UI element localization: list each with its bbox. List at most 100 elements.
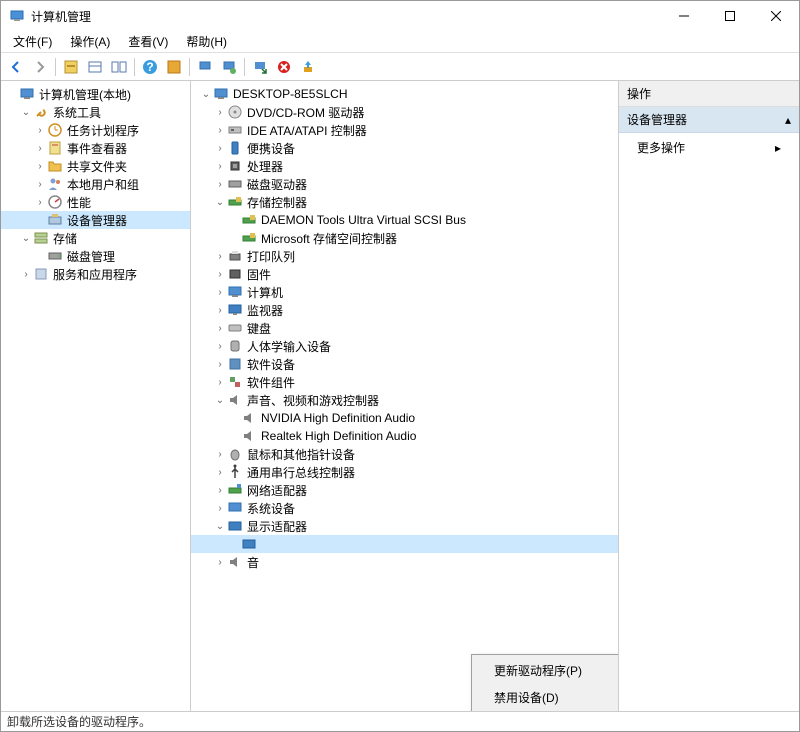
tree-root[interactable]: 计算机管理(本地) <box>1 85 190 103</box>
device-dvd[interactable]: ›DVD/CD-ROM 驱动器 <box>191 103 618 121</box>
menu-view[interactable]: 查看(V) <box>124 31 172 52</box>
expander-icon[interactable]: › <box>213 321 227 335</box>
device-daemon[interactable]: DAEMON Tools Ultra Virtual SCSI Bus <box>191 211 618 229</box>
forward-button[interactable] <box>29 56 51 78</box>
expander-icon[interactable]: › <box>213 303 227 317</box>
menu-help[interactable]: 帮助(H) <box>182 31 231 52</box>
device-ms-storage[interactable]: Microsoft 存储空间控制器 <box>191 229 618 247</box>
expander-icon[interactable]: › <box>213 339 227 353</box>
expander-icon[interactable]: › <box>33 159 47 173</box>
tree-event-viewer[interactable]: ›事件查看器 <box>1 139 190 157</box>
device-hid[interactable]: ›人体学输入设备 <box>191 337 618 355</box>
expander-icon[interactable]: › <box>213 501 227 515</box>
expander-icon[interactable]: › <box>33 195 47 209</box>
expander-icon[interactable]: › <box>213 123 227 137</box>
delete-icon[interactable] <box>273 56 295 78</box>
storage-ctrl-icon <box>241 230 257 246</box>
device-display[interactable]: ⌄显示适配器 <box>191 517 618 535</box>
device-root[interactable]: ⌄DESKTOP-8E5SLCH <box>191 85 618 103</box>
expander-icon[interactable]: › <box>213 465 227 479</box>
actions-more[interactable]: 更多操作 ▸ <box>619 133 799 162</box>
tree-task-scheduler[interactable]: ›任务计划程序 <box>1 121 190 139</box>
menu-action[interactable]: 操作(A) <box>66 31 114 52</box>
device-disk-drives[interactable]: ›磁盘驱动器 <box>191 175 618 193</box>
tool-icon[interactable] <box>60 56 82 78</box>
tree-performance[interactable]: ›性能 <box>1 193 190 211</box>
help-icon[interactable]: ? <box>139 56 161 78</box>
tree-device-manager[interactable]: 设备管理器 <box>1 211 190 229</box>
expander-icon[interactable]: › <box>213 375 227 389</box>
device-processors[interactable]: ›处理器 <box>191 157 618 175</box>
device-portable[interactable]: ›便携设备 <box>191 139 618 157</box>
device-sw-components[interactable]: ›软件组件 <box>191 373 618 391</box>
expander-icon[interactable]: ⌄ <box>19 105 33 119</box>
device-realtek-audio[interactable]: Realtek High Definition Audio <box>191 427 618 445</box>
expander-icon[interactable]: ⌄ <box>213 195 227 209</box>
expander-icon[interactable]: › <box>213 249 227 263</box>
close-button[interactable] <box>753 1 799 31</box>
expander-icon[interactable]: › <box>213 285 227 299</box>
device-monitors[interactable]: ›监视器 <box>191 301 618 319</box>
tree-local-users[interactable]: ›本地用户和组 <box>1 175 190 193</box>
expander-icon[interactable]: › <box>213 105 227 119</box>
tree-system-tools[interactable]: ⌄系统工具 <box>1 103 190 121</box>
expander-icon[interactable]: › <box>19 267 33 281</box>
expander-icon[interactable]: ⌄ <box>213 393 227 407</box>
back-button[interactable] <box>5 56 27 78</box>
expander-icon[interactable]: › <box>213 483 227 497</box>
context-menu: 更新驱动程序(P) 禁用设备(D) 卸载设备(U) 扫描检测硬件改动(A) 属性… <box>471 654 619 711</box>
device-nvidia-audio[interactable]: NVIDIA High Definition Audio <box>191 409 618 427</box>
context-disable[interactable]: 禁用设备(D) <box>474 684 619 711</box>
tool-icon[interactable] <box>84 56 106 78</box>
tool-icon[interactable] <box>163 56 185 78</box>
speaker-icon <box>241 410 257 426</box>
device-mice[interactable]: ›鼠标和其他指针设备 <box>191 445 618 463</box>
expander-icon[interactable]: › <box>213 159 227 173</box>
expander-icon[interactable]: › <box>213 177 227 191</box>
device-keyboards[interactable]: ›键盘 <box>191 319 618 337</box>
expander-icon[interactable]: › <box>213 555 227 569</box>
left-pane: 计算机管理(本地) ⌄系统工具 ›任务计划程序 ›事件查看器 ›共享文件夹 ›本… <box>1 81 191 711</box>
tree-storage[interactable]: ⌄存储 <box>1 229 190 247</box>
menu-file[interactable]: 文件(F) <box>9 31 56 52</box>
expander-icon[interactable]: › <box>213 267 227 281</box>
device-storage-ctrl[interactable]: ⌄存储控制器 <box>191 193 618 211</box>
device-network[interactable]: ›网络适配器 <box>191 481 618 499</box>
expander-icon[interactable]: ⌄ <box>213 519 227 533</box>
context-update-driver[interactable]: 更新驱动程序(P) <box>474 657 619 684</box>
device-sw-devices[interactable]: ›软件设备 <box>191 355 618 373</box>
device-computer[interactable]: ›计算机 <box>191 283 618 301</box>
expander-icon[interactable]: › <box>33 141 47 155</box>
maximize-button[interactable] <box>707 1 753 31</box>
computer-icon <box>213 86 229 102</box>
expander-icon[interactable]: › <box>33 123 47 137</box>
device-system[interactable]: ›系统设备 <box>191 499 618 517</box>
expander-icon[interactable]: › <box>213 357 227 371</box>
menubar: 文件(F) 操作(A) 查看(V) 帮助(H) <box>1 31 799 53</box>
expander-icon[interactable]: › <box>213 447 227 461</box>
tool-icon[interactable] <box>218 56 240 78</box>
tool-icon[interactable] <box>194 56 216 78</box>
device-audio-inputs[interactable]: ›音 <box>191 553 618 571</box>
toolbar: ? <box>1 53 799 81</box>
window: 计算机管理 文件(F) 操作(A) 查看(V) 帮助(H) ? 计算机管理(本地… <box>0 0 800 732</box>
device-firmware[interactable]: ›固件 <box>191 265 618 283</box>
expander-icon[interactable]: › <box>213 141 227 155</box>
device-usb[interactable]: ›通用串行总线控制器 <box>191 463 618 481</box>
device-display-child[interactable] <box>191 535 618 553</box>
minimize-button[interactable] <box>661 1 707 31</box>
tool-icon[interactable] <box>108 56 130 78</box>
device-sound[interactable]: ⌄声音、视频和游戏控制器 <box>191 391 618 409</box>
expander-icon[interactable]: ⌄ <box>19 231 33 245</box>
tool-icon[interactable] <box>297 56 319 78</box>
device-ide[interactable]: ›IDE ATA/ATAPI 控制器 <box>191 121 618 139</box>
expander-icon[interactable]: › <box>33 177 47 191</box>
folder-icon <box>47 158 63 174</box>
device-print-queues[interactable]: ›打印队列 <box>191 247 618 265</box>
expander-icon[interactable]: ⌄ <box>199 87 213 101</box>
tool-icon[interactable] <box>249 56 271 78</box>
tree-disk-mgmt[interactable]: 磁盘管理 <box>1 247 190 265</box>
tree-services[interactable]: ›服务和应用程序 <box>1 265 190 283</box>
tree-shared-folders[interactable]: ›共享文件夹 <box>1 157 190 175</box>
actions-section[interactable]: 设备管理器 ▴ <box>619 107 799 133</box>
